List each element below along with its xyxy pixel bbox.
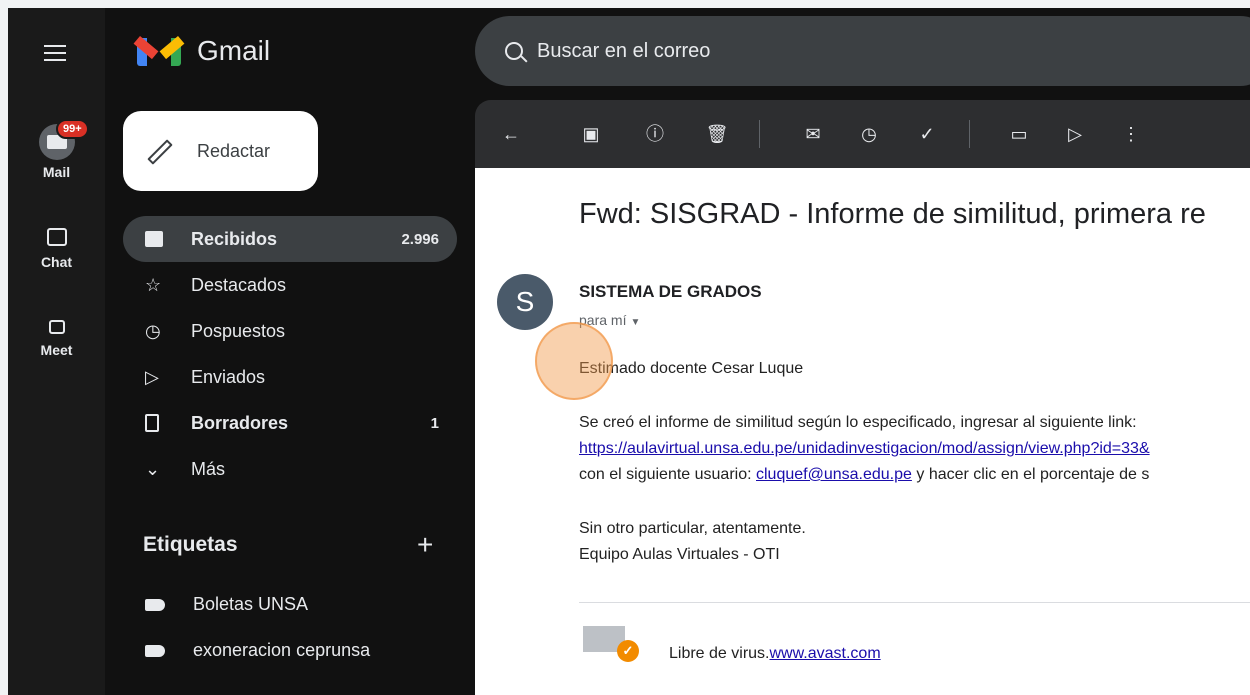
rail-mail-label: Mail — [42, 164, 71, 180]
nav-label: Destacados — [191, 274, 287, 295]
nav-item-snoozed[interactable]: ◷ Pospuestos — [123, 308, 457, 354]
rail-meet-label: Meet — [40, 342, 73, 358]
rail-chat[interactable]: Chat — [8, 228, 105, 270]
clock-icon: ◷ — [145, 320, 161, 341]
label-text: Boletas UNSA — [193, 594, 309, 614]
sidebar: Gmail Redactar Recibidos 2.996 ☆ Destaca… — [105, 8, 475, 695]
rail-chat-label: Chat — [40, 254, 73, 270]
compose-button[interactable]: Redactar — [123, 111, 318, 191]
nav-item-drafts[interactable]: Borradores 1 — [123, 400, 457, 446]
send-icon: ▷ — [145, 366, 159, 387]
avast-footer: Libre de virus.www.avast.com — [669, 645, 881, 663]
email-line: Se creó el informe de similitud según lo… — [579, 414, 1137, 431]
star-icon: ☆ — [145, 274, 162, 295]
label-icon — [145, 598, 165, 611]
chat-icon — [46, 228, 67, 246]
archive-icon[interactable]: ▣ — [579, 122, 603, 146]
label-text: exoneracion ceprunsa — [193, 640, 371, 660]
nav-label: Más — [191, 458, 226, 479]
nav-label: Pospuestos — [191, 320, 286, 341]
toolbar-divider — [969, 120, 970, 148]
email-signature: Equipo Aulas Virtuales - OTI — [579, 546, 780, 563]
avast-text: Libre de virus. — [669, 645, 770, 662]
mark-unread-icon[interactable]: ✉ — [801, 122, 825, 146]
label-item[interactable]: exoneracion ceprunsa — [145, 640, 370, 661]
toolbar-divider — [759, 120, 760, 148]
add-task-icon[interactable]: ✓ — [915, 122, 939, 146]
nav-count: 2.996 — [401, 230, 439, 248]
sender-name[interactable]: SISTEMA DE GRADOS — [579, 282, 762, 302]
email-line: con el siguiente usuario: cluquef@unsa.e… — [579, 466, 1149, 484]
message-view: ← ▣ ⓘ 🗑 ✉ ◷ ✓ ▭ ▷ ⋮ Fwd: SISGRAD - Infor… — [475, 100, 1250, 695]
compose-label: Redactar — [197, 140, 271, 161]
snooze-icon[interactable]: ◷ — [857, 122, 881, 146]
nav-item-starred[interactable]: ☆ Destacados — [123, 262, 457, 308]
click-indicator — [535, 322, 613, 400]
more-options-icon[interactable]: ⋮ — [1119, 122, 1143, 146]
rail-meet[interactable]: Meet — [8, 320, 105, 358]
message-toolbar: ← ▣ ⓘ 🗑 ✉ ◷ ✓ ▭ ▷ ⋮ — [475, 100, 1250, 168]
gmail-logo[interactable]: Gmail — [133, 34, 271, 68]
nav-item-sent[interactable]: ▷ Enviados — [123, 354, 457, 400]
signature-divider — [579, 602, 1250, 603]
label-as-icon[interactable]: ▷ — [1063, 122, 1087, 146]
search-bar[interactable]: Buscar en el correo — [475, 16, 1250, 86]
rail-mail[interactable]: 99+ Mail — [8, 119, 105, 180]
nav-item-inbox[interactable]: Recibidos 2.996 — [123, 216, 457, 262]
email-text: y hacer clic en el porcentaje de s — [911, 466, 1150, 483]
nav-label: Recibidos — [191, 228, 278, 249]
nav-label: Enviados — [191, 366, 266, 387]
report-spam-icon[interactable]: ⓘ — [643, 122, 667, 146]
nav-label: Borradores — [191, 412, 289, 433]
search-icon[interactable] — [505, 42, 523, 60]
delete-icon[interactable]: 🗑 — [705, 122, 729, 146]
email-address-link[interactable]: cluquef@unsa.edu.pe — [756, 466, 912, 483]
label-icon — [145, 644, 165, 657]
move-to-icon[interactable]: ▭ — [1007, 122, 1031, 146]
draft-icon — [145, 414, 179, 432]
email-text: con el siguiente usuario: — [579, 466, 756, 483]
message-content: Fwd: SISGRAD - Informe de similitud, pri… — [475, 168, 1250, 695]
email-link-line: https://aulavirtual.unsa.edu.pe/unidadin… — [579, 440, 1150, 458]
back-arrow-icon[interactable]: ← — [499, 122, 523, 146]
chevron-down-icon[interactable]: ▼ — [630, 317, 640, 328]
assignment-link[interactable]: https://aulavirtual.unsa.edu.pe/unidadin… — [579, 440, 1150, 457]
menu-icon[interactable] — [44, 45, 66, 61]
add-label-button[interactable]: + — [417, 529, 433, 561]
chevron-down-icon: ⌄ — [145, 458, 161, 479]
left-rail: 99+ Mail Chat Meet — [8, 8, 105, 695]
gmail-m-icon — [133, 34, 185, 68]
inbox-icon — [145, 231, 179, 247]
email-closing: Sin otro particular, atentamente. — [579, 520, 806, 537]
search-input[interactable]: Buscar en el correo — [537, 40, 710, 63]
nav-count: 1 — [430, 414, 439, 432]
labels-title: Etiquetas — [143, 533, 238, 556]
avast-logo-icon: ✓ — [583, 626, 639, 662]
video-icon — [48, 320, 65, 334]
unread-badge: 99+ — [56, 119, 89, 139]
avast-link[interactable]: www.avast.com — [770, 645, 881, 662]
nav-item-more[interactable]: ⌄ Más — [123, 446, 457, 492]
pencil-icon — [147, 140, 169, 162]
email-subject: Fwd: SISGRAD - Informe de similitud, pri… — [579, 198, 1206, 230]
label-item[interactable]: Boletas UNSA — [145, 594, 308, 615]
sender-avatar[interactable]: S — [497, 274, 553, 330]
logo-text: Gmail — [197, 35, 271, 66]
